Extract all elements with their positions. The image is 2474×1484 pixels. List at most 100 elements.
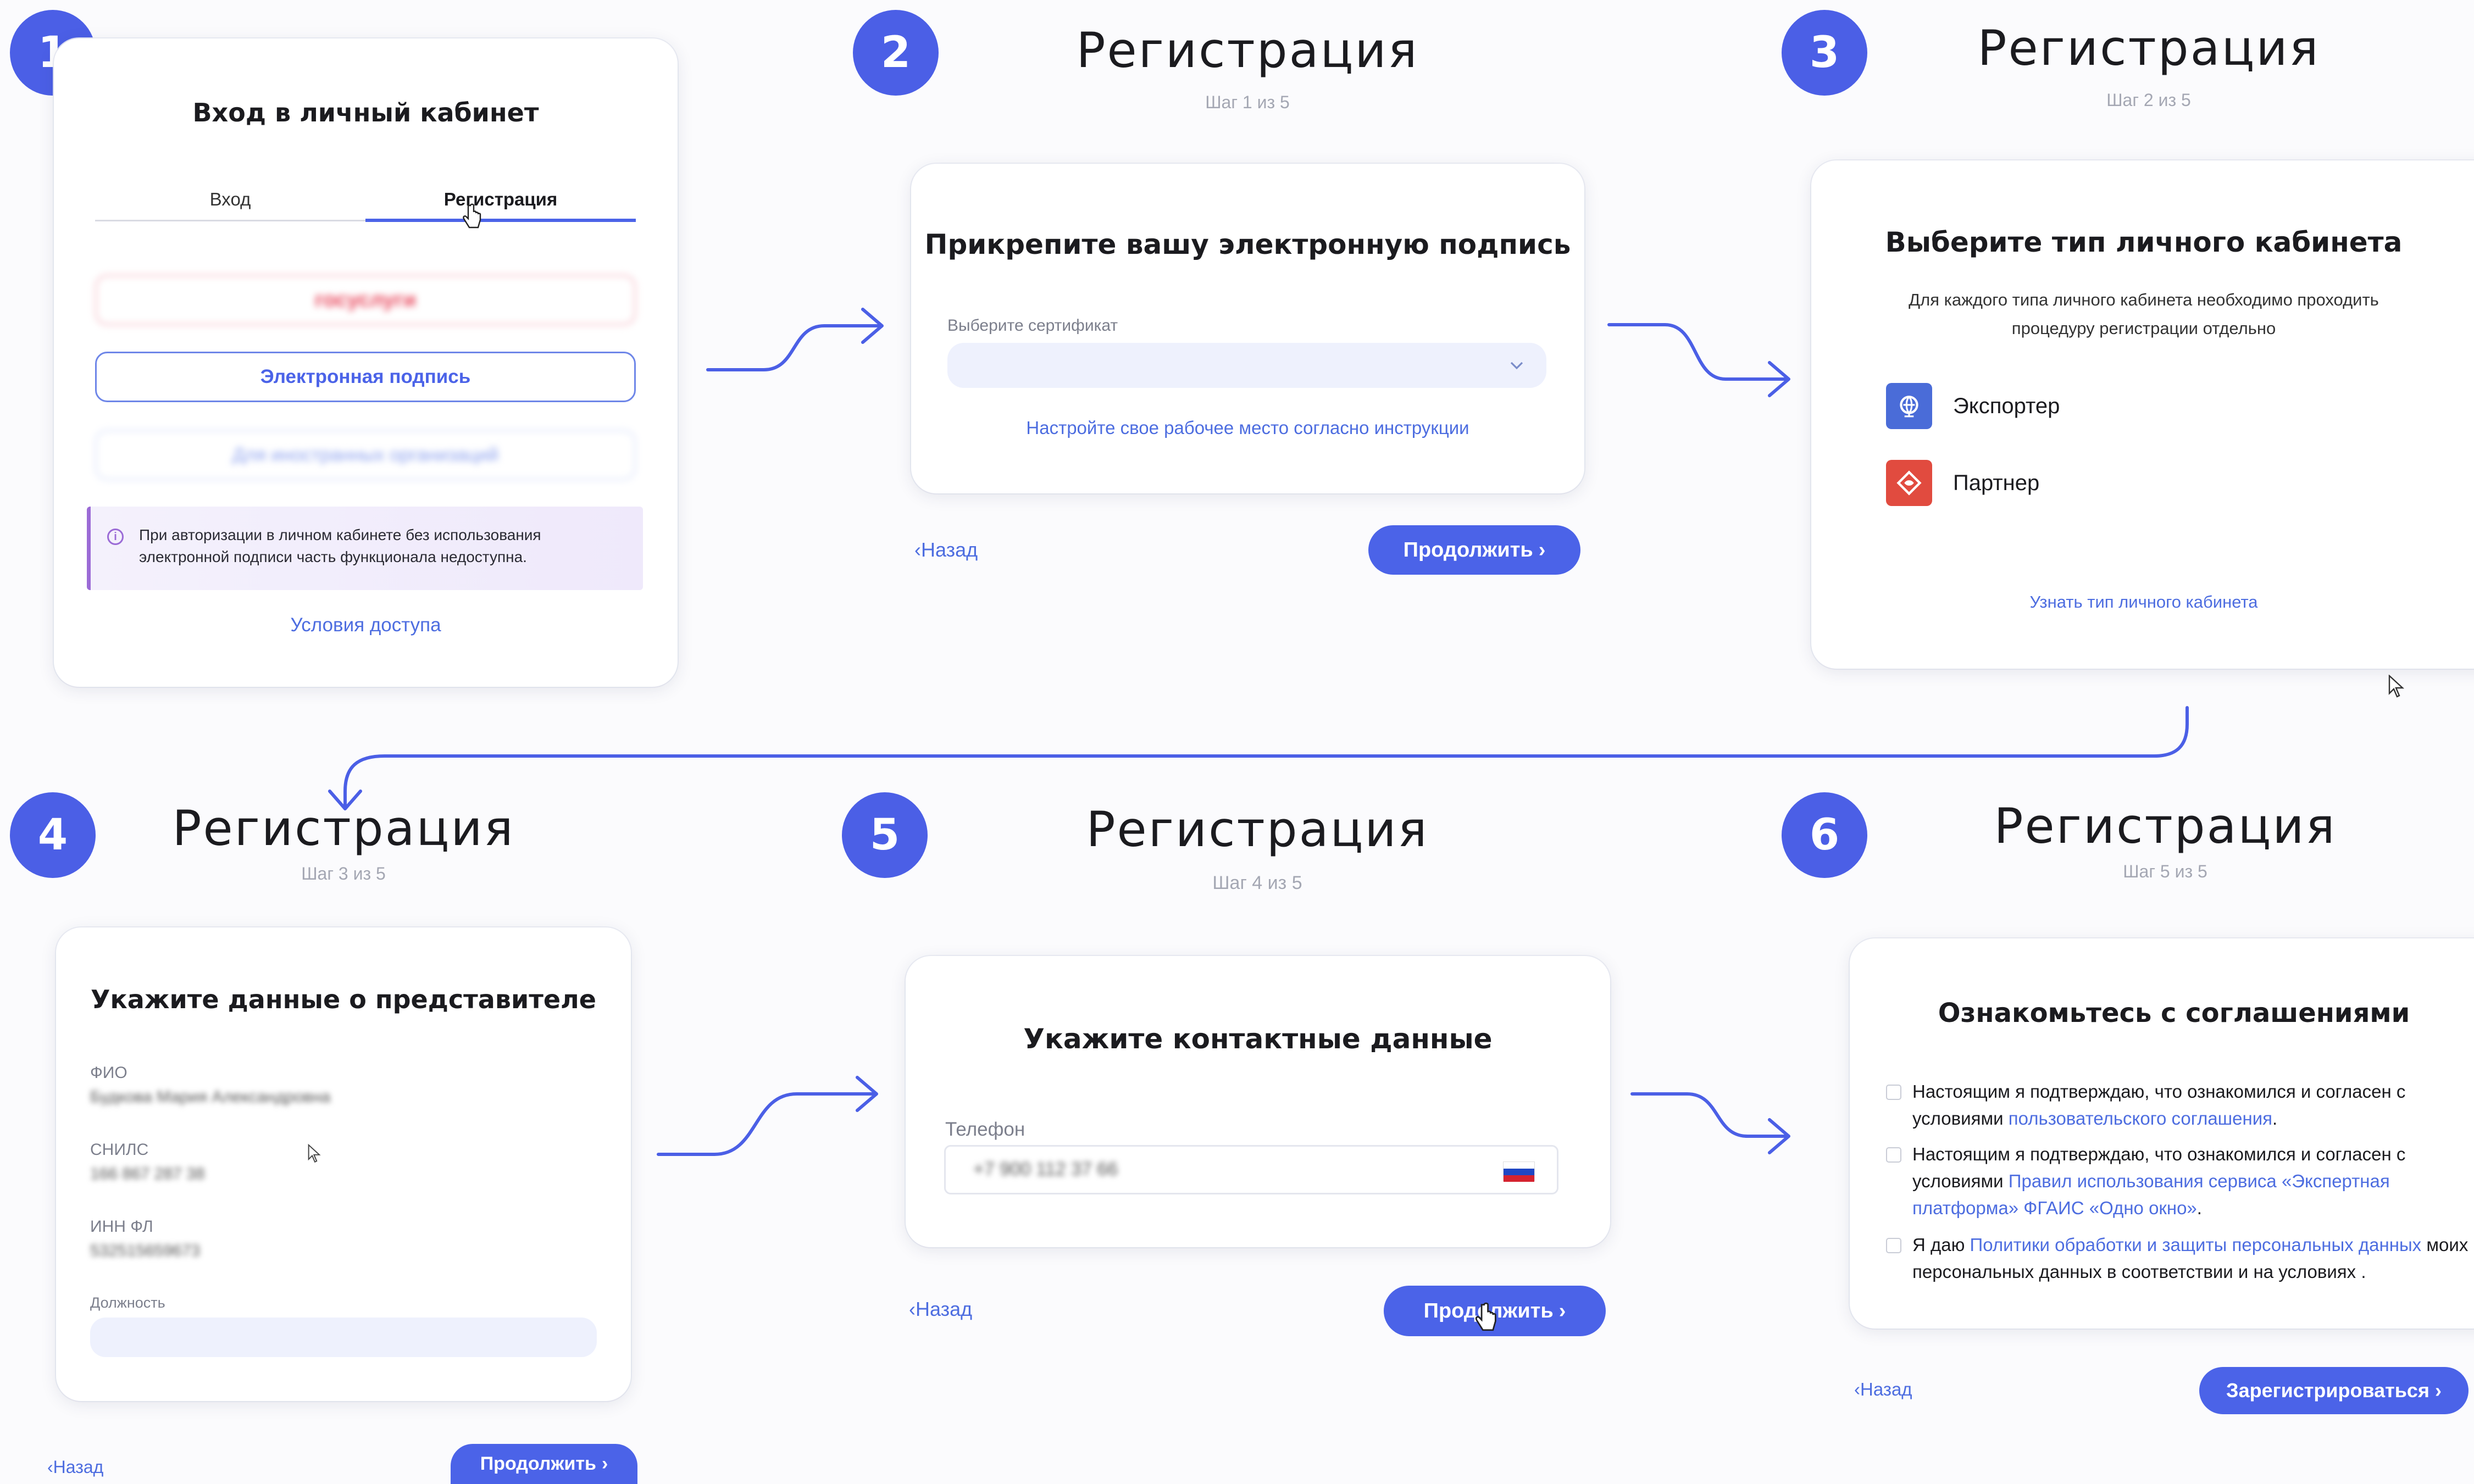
agree-text-2: Настоящим я подтверждаю, что ознакомился… (1912, 1141, 2474, 1221)
continue-label-2: Продолжить (1403, 538, 1533, 562)
arrow-3-to-4 (343, 706, 2189, 807)
continue-button-4[interactable]: Продолжить › (451, 1444, 637, 1484)
partner-label: Партнер (1953, 470, 2040, 495)
register-button[interactable]: Зарегистрироваться › (2199, 1367, 2469, 1414)
chevron-right-icon-4: › (601, 1453, 608, 1474)
page-title-2: Регистрация (1076, 22, 1419, 79)
snils-label: СНИЛС (90, 1141, 149, 1159)
chevron-right-icon: › (1538, 538, 1546, 562)
chevron-left-icon-4: ‹ (47, 1457, 53, 1477)
position-label: Должность (90, 1294, 165, 1311)
register-label: Зарегистрироваться (2226, 1379, 2429, 1402)
back-button-4[interactable]: ‹Назад (47, 1457, 103, 1477)
contacts-title: Укажите контактные данные (1023, 1023, 1493, 1055)
tab-register-underline (365, 219, 636, 222)
arrow-5-to-6 (1630, 1092, 1788, 1138)
gosuslugi-button[interactable]: госуслуги (95, 275, 636, 325)
inn-value: 532515659673 (90, 1242, 201, 1260)
step-indicator-4: Шаг 3 из 5 (301, 864, 386, 883)
learn-type-link[interactable]: Узнать тип личного кабинета (1811, 592, 2474, 612)
cursor-arrow-icon-2 (308, 1144, 321, 1163)
info-text: При авторизации в личном кабинете без ис… (139, 526, 541, 565)
chevron-right-icon-6: › (2434, 1379, 2442, 1402)
signature-card: Прикрепите вашу электронную подпись Выбе… (911, 164, 1584, 493)
chevron-right-icon-5: › (1558, 1299, 1566, 1322)
esign-label: Электронная подпись (260, 366, 471, 387)
foreign-org-label: Для иностранных организаций (232, 444, 499, 465)
step-indicator-6: Шаг 5 из 5 (2123, 862, 2207, 881)
cert-select[interactable] (947, 343, 1546, 388)
account-type-description: Для каждого типа личного кабинета необхо… (1909, 290, 2379, 338)
step-badge-5: 5 (842, 792, 928, 878)
page-title-4: Регистрация (172, 800, 515, 857)
step-badge-3: 3 (1782, 10, 1867, 96)
back-label-4: Назад (53, 1457, 104, 1477)
cursor-hand-icon (463, 203, 481, 229)
account-type-title: Выберите тип личного кабинета (1885, 226, 2403, 258)
login-title: Вход в личный кабинет (192, 98, 539, 127)
agree-text-3: Я даю Политики обработки и защиты персон… (1912, 1231, 2474, 1285)
exporter-icon (1886, 383, 1932, 429)
russia-flag-icon (1503, 1161, 1535, 1182)
phone-label: Телефон (945, 1119, 1025, 1140)
arrow-4-to-5 (657, 1092, 875, 1156)
partner-icon (1886, 460, 1932, 506)
tab-register[interactable]: Регистрация (365, 189, 636, 210)
access-conditions-link[interactable]: Условия доступа (54, 614, 678, 636)
representative-title: Укажите данные о представителе (91, 985, 596, 1014)
agree3-link[interactable]: Политики обработки и защиты персональных… (1970, 1235, 2422, 1255)
chevron-left-icon-5: ‹ (909, 1298, 916, 1320)
option-partner[interactable]: Партнер (1886, 460, 2039, 506)
chevron-down-icon (1510, 362, 1523, 370)
option-exporter[interactable]: Экспортер (1886, 383, 2060, 429)
foreign-org-button[interactable]: Для иностранных организаций (95, 430, 636, 480)
back-button-2[interactable]: ‹Назад (914, 538, 978, 562)
tab-login-label: Вход (209, 189, 251, 209)
representative-card: Укажите данные о представителе ФИО Будко… (56, 927, 631, 1401)
agree-checkbox-2[interactable] (1886, 1147, 1901, 1163)
page-title-3: Регистрация (1977, 20, 2320, 76)
continue-button-2[interactable]: Продолжить › (1368, 525, 1580, 575)
cursor-hand-icon-5 (1475, 1302, 1496, 1331)
tab-login[interactable]: Вход (95, 189, 365, 210)
page-title-6: Регистрация (1994, 798, 2337, 854)
login-card: Вход в личный кабинет Вход Регистрация г… (54, 38, 678, 687)
agree1-link[interactable]: пользовательского соглашения (2009, 1108, 2272, 1129)
agree3-prefix: Я даю (1912, 1235, 1965, 1255)
phone-value: +7 900 112 37 66 (973, 1159, 1118, 1180)
agreements-title: Ознакомьтесь с соглашениями (1938, 998, 2410, 1029)
step-badge-6: 6 (1782, 792, 1867, 878)
contacts-card: Укажите контактные данные Телефон +7 900… (906, 956, 1610, 1247)
agree-checkbox-3[interactable] (1886, 1238, 1901, 1253)
agree-text-1: Настоящим я подтверждаю, что ознакомился… (1912, 1078, 2474, 1132)
gosuslugi-label: госуслуги (314, 288, 417, 312)
agree2-dot: . (2196, 1198, 2202, 1218)
info-icon: i (107, 529, 124, 545)
back-label-6: Назад (1860, 1379, 1912, 1399)
agree-checkbox-1[interactable] (1886, 1085, 1901, 1100)
agree1-dot: . (2272, 1108, 2278, 1129)
continue-label-4: Продолжить (480, 1453, 596, 1474)
step-indicator-2: Шаг 1 из 5 (1205, 92, 1290, 112)
back-button-5[interactable]: ‹Назад (909, 1298, 972, 1321)
snils-value: 166 867 287 38 (90, 1165, 205, 1183)
info-banner: i При авторизации в личном кабинете без … (87, 507, 643, 590)
step-indicator-5: Шаг 4 из 5 (1212, 872, 1302, 893)
arrow-1-to-2 (706, 324, 881, 371)
esign-button[interactable]: Электронная подпись (95, 352, 636, 402)
back-button-6[interactable]: ‹Назад (1854, 1379, 1912, 1400)
cert-label: Выберите сертификат (947, 316, 1118, 335)
step-indicator-3-visible: Шаг 2 из 5 (2106, 90, 2191, 110)
arrow-2-to-3 (1607, 323, 1788, 381)
fio-label: ФИО (90, 1064, 127, 1082)
back-label-5: Назад (916, 1298, 973, 1320)
instruction-link[interactable]: Настройте свое рабочее место согласно ин… (911, 418, 1584, 438)
cursor-arrow-icon (2388, 675, 2405, 698)
inn-label: ИНН ФЛ (90, 1218, 153, 1236)
position-input[interactable] (90, 1318, 597, 1357)
chevron-left-icon: ‹ (914, 538, 921, 561)
agreements-card: Ознакомьтесь с соглашениями Настоящим я … (1850, 938, 2474, 1329)
phone-input[interactable]: +7 900 112 37 66 (944, 1145, 1558, 1194)
page-title-5: Регистрация (1086, 801, 1429, 858)
account-type-card: Выберите тип личного кабинета Для каждог… (1811, 160, 2474, 669)
